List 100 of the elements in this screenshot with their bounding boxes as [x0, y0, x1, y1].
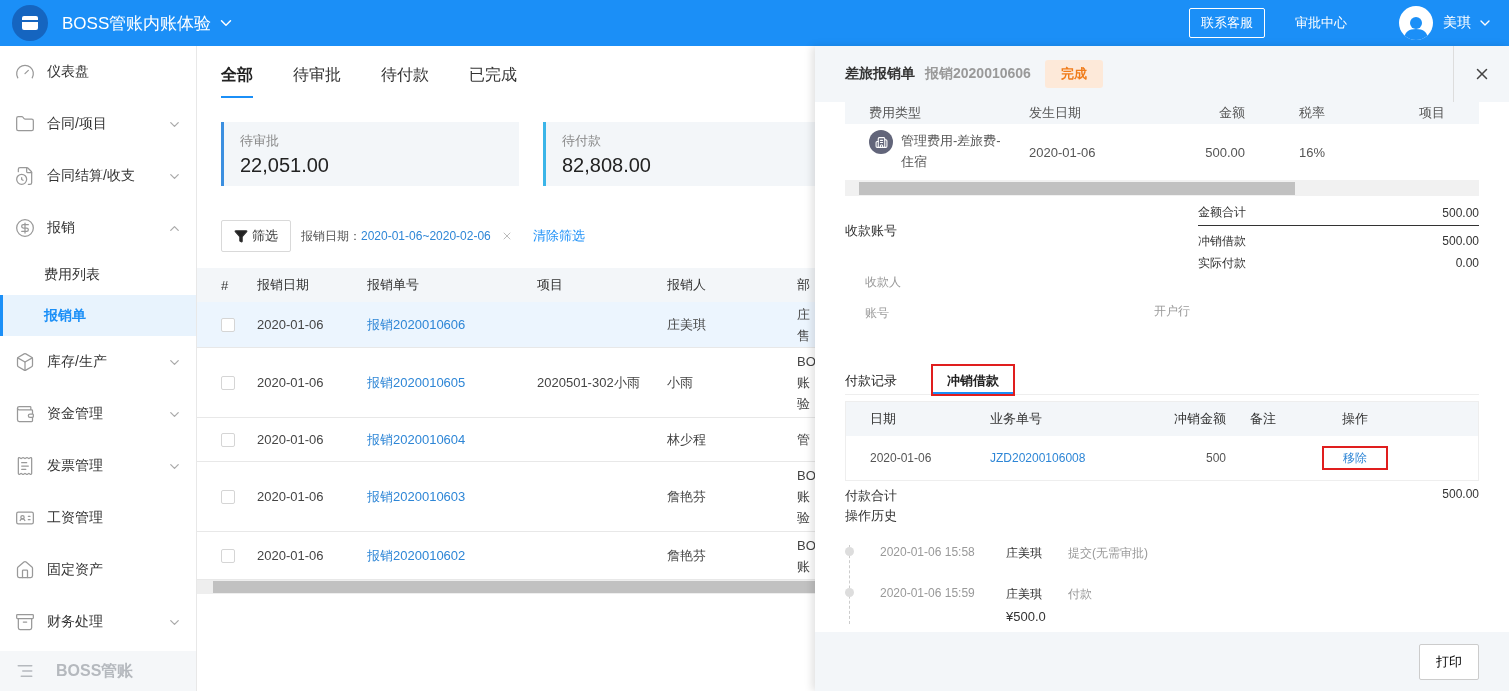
- row-checkbox[interactable]: [221, 489, 235, 504]
- stat-label: 待付款: [562, 132, 602, 150]
- section-title: 操作历史: [845, 507, 898, 525]
- row-checkbox[interactable]: [221, 317, 235, 332]
- menu-icon: [15, 404, 35, 424]
- sidebar-item[interactable]: 工资管理: [0, 492, 196, 544]
- avatar-icon[interactable]: [1399, 6, 1433, 40]
- drawer-number: 报销2020010606: [925, 65, 1031, 83]
- cell-text: BO: [797, 536, 815, 555]
- column-header: 报销单号: [367, 268, 537, 302]
- cell-text: 验: [797, 395, 811, 413]
- row-checkbox[interactable]: [221, 548, 235, 563]
- filter-button[interactable]: 筛选: [221, 220, 291, 252]
- column-header: 金额: [1155, 102, 1275, 124]
- table-cell: 2020-01-06: [870, 451, 932, 465]
- timeline-dot: [845, 588, 854, 597]
- menu-icon: [15, 612, 35, 632]
- table-cell: 16%: [1299, 144, 1326, 160]
- total-label: 金额合计: [1198, 204, 1246, 221]
- tab[interactable]: 待付款: [381, 65, 429, 98]
- row-checkbox[interactable]: [221, 375, 235, 390]
- menu-icon: [15, 218, 35, 238]
- order-link[interactable]: 报销2020010602: [367, 546, 466, 565]
- tab[interactable]: 付款记录: [845, 366, 911, 394]
- footer-brand: BOSS管账: [56, 660, 134, 681]
- building-icon: [869, 130, 893, 154]
- row-checkbox[interactable]: [221, 432, 235, 447]
- cell-text: 账: [797, 557, 811, 576]
- total-label: 实际付款: [1198, 254, 1246, 272]
- filter-tag: 报销日期：2020-01-06~2020-02-06: [301, 227, 491, 245]
- sidebar-item[interactable]: 财务处理: [0, 596, 196, 648]
- collapse-icon[interactable]: [16, 662, 34, 680]
- drawer-title: 差旅报销单: [845, 65, 915, 83]
- column-header: 日期: [846, 402, 966, 436]
- field-label: 账号: [865, 306, 889, 320]
- cell-text: 账: [797, 374, 811, 392]
- total-value: 500.00: [1442, 487, 1479, 503]
- clear-filter-link[interactable]: 清除筛选: [532, 227, 585, 245]
- column-header: 报销日期: [257, 268, 367, 302]
- history-time: 2020-01-06 15:58: [880, 545, 976, 561]
- column-header: 税率: [1275, 102, 1395, 124]
- order-link[interactable]: JZD20200106008: [990, 451, 1086, 465]
- tab[interactable]: 已完成: [469, 65, 517, 98]
- order-link[interactable]: 报销2020010605: [367, 373, 466, 392]
- column-header: 项目: [537, 268, 667, 302]
- table-cell-text: 管理费用-差旅费-住宿: [901, 132, 1002, 171]
- column-header: 项目: [1395, 102, 1479, 124]
- column-header: 备注: [1226, 402, 1306, 436]
- total-label: 冲销借款: [1198, 232, 1246, 250]
- cell-text: 管: [797, 431, 810, 449]
- history-user: 庄美琪: [1006, 586, 1043, 603]
- table-cell: 500: [1205, 451, 1226, 465]
- sidebar-item[interactable]: 资金管理: [0, 388, 196, 440]
- column-header: #: [197, 268, 257, 302]
- menu-icon: [15, 114, 35, 134]
- column-header: 操作: [1306, 402, 1478, 436]
- sidebar-item[interactable]: 合同/项目: [0, 98, 196, 150]
- status-badge: 完成: [1044, 60, 1103, 88]
- total-value: 0.00: [1455, 256, 1479, 270]
- sidebar-item[interactable]: 仪表盘: [0, 46, 196, 98]
- menu-icon: [15, 560, 35, 580]
- table-cell: 2020-01-06: [1029, 144, 1096, 160]
- column-header: 费用类型: [845, 102, 1005, 124]
- store-logo-icon: [12, 5, 48, 41]
- horizontal-scrollbar[interactable]: [197, 580, 815, 594]
- remove-button[interactable]: 移除: [1322, 446, 1388, 470]
- total-label: 付款合计: [845, 487, 897, 505]
- menu-icon: [15, 456, 35, 476]
- history-action: 提交(无需审批): [1068, 545, 1149, 562]
- cell-text: 验: [797, 509, 811, 527]
- total-value: 500.00: [1442, 205, 1479, 220]
- sidebar-item[interactable]: 库存/生产: [0, 336, 196, 388]
- menu-icon: [15, 166, 35, 186]
- column-header: 业务单号: [966, 402, 1146, 436]
- cell-text: BO: [797, 467, 815, 485]
- history-action: 付款: [1068, 586, 1093, 603]
- sidebar-subitem[interactable]: 费用列表: [0, 254, 196, 295]
- tab[interactable]: 待审批: [293, 65, 341, 98]
- history-amount: ¥500.0: [1006, 609, 1047, 624]
- cell-text: BO: [797, 353, 815, 371]
- table-cell: 500.00: [1205, 144, 1245, 160]
- total-value: 500.00: [1442, 234, 1479, 248]
- history-user: 庄美琪: [1006, 545, 1043, 562]
- sidebar-item[interactable]: 合同结算/收支: [0, 150, 196, 202]
- horizontal-scrollbar[interactable]: [845, 180, 1479, 196]
- field-label: 开户行: [1154, 303, 1190, 320]
- sidebar-item[interactable]: 报销: [0, 202, 196, 254]
- order-link[interactable]: 报销2020010603: [367, 487, 466, 506]
- cell-text: 庄: [797, 305, 810, 324]
- sidebar-item[interactable]: 固定资产: [0, 544, 196, 596]
- table-cell: 2020-01-06: [257, 302, 367, 348]
- print-button[interactable]: 打印: [1419, 643, 1479, 680]
- tab[interactable]: 冲销借款: [933, 366, 1013, 394]
- cell-text: 账: [797, 488, 811, 506]
- order-link[interactable]: 报销2020010604: [367, 430, 466, 449]
- section-title: 收款账号: [845, 222, 898, 240]
- tab[interactable]: 全部: [221, 65, 253, 98]
- sidebar-item[interactable]: 发票管理: [0, 440, 196, 492]
- order-link[interactable]: 报销2020010606: [367, 315, 466, 334]
- stat-value: 22,051.00: [240, 154, 330, 177]
